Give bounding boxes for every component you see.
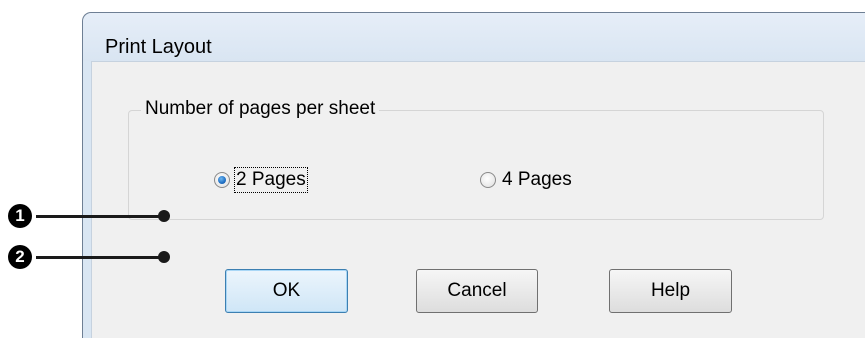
callout-2-dot — [158, 251, 170, 263]
radio-4-pages-label[interactable]: 4 Pages — [502, 169, 572, 191]
callout-2-badge: 2 — [8, 245, 32, 269]
page: Print Layout Number of pages per sheet 2… — [0, 0, 865, 338]
dialog-title: Print Layout — [105, 36, 212, 58]
radio-4-pages[interactable]: 4 Pages — [480, 169, 572, 191]
callout-2-line — [36, 256, 166, 259]
radio-checked-icon[interactable] — [214, 172, 230, 188]
radio-2-pages-label[interactable]: 2 Pages — [234, 167, 308, 193]
callout-1-line — [36, 215, 166, 218]
dialog-client-area: Number of pages per sheet 2 Pages 4 Page… — [91, 61, 865, 338]
dialog-titlebar[interactable]: Print Layout — [83, 13, 865, 61]
ok-button[interactable]: OK — [225, 269, 348, 313]
cancel-button[interactable]: Cancel — [416, 269, 538, 313]
callout-1-dot — [158, 210, 170, 222]
help-button[interactable]: Help — [609, 269, 732, 313]
group-label: Number of pages per sheet — [141, 98, 380, 120]
print-layout-dialog: Print Layout Number of pages per sheet 2… — [82, 12, 865, 338]
radio-unchecked-icon[interactable] — [480, 172, 496, 188]
radio-2-pages[interactable]: 2 Pages — [214, 167, 308, 193]
callout-1-badge: 1 — [8, 204, 32, 228]
pages-per-sheet-group: Number of pages per sheet 2 Pages 4 Page… — [128, 98, 824, 220]
